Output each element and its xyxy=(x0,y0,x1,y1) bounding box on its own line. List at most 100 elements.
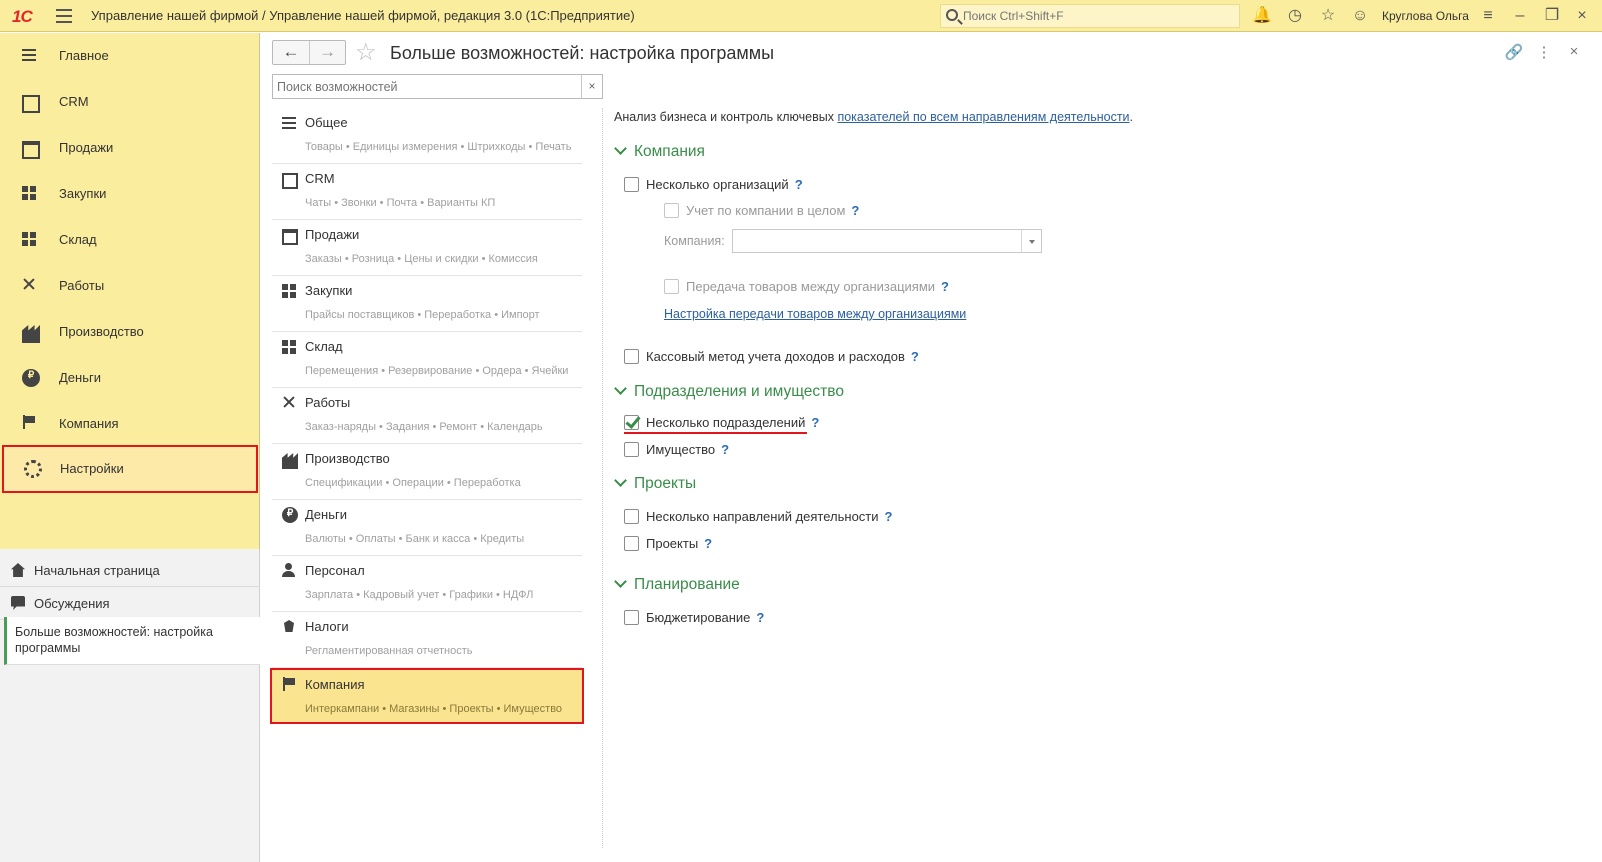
feature-money[interactable]: ₽ Деньги Валюты • Оплаты • Банк и касса … xyxy=(272,500,582,556)
crm-icon xyxy=(22,95,40,113)
nav-home[interactable]: Начальная страница xyxy=(0,554,260,587)
chevron-down-icon xyxy=(614,382,627,395)
feature-company[interactable]: Компания Интеркампани • Магазины • Проек… xyxy=(270,668,584,724)
feature-works[interactable]: Работы Заказ-наряды • Задания • Ремонт •… xyxy=(272,388,582,444)
help-icon[interactable]: ? xyxy=(811,415,819,430)
emblem-icon xyxy=(282,619,298,635)
help-icon[interactable]: ? xyxy=(851,203,859,218)
favorite-star-icon[interactable]: ☆ xyxy=(355,38,377,67)
feature-warehouse[interactable]: Склад Перемещения • Резервирование • Орд… xyxy=(272,332,582,388)
checkbox-transfer xyxy=(664,279,679,294)
section-sales[interactable]: Продажи xyxy=(0,125,260,171)
checkbox-multi-dir[interactable] xyxy=(624,509,639,524)
feature-purchases[interactable]: Закупки Прайсы поставщиков • Переработка… xyxy=(272,276,582,332)
user-name[interactable]: Круглова Ольга xyxy=(1382,9,1469,23)
app-title: Управление нашей фирмой / Управление наш… xyxy=(91,8,635,23)
section-settings[interactable]: Настройки xyxy=(2,445,258,493)
checkbox-multi-org[interactable] xyxy=(624,177,639,192)
feature-search-input[interactable] xyxy=(277,78,567,96)
company-select xyxy=(732,229,1042,253)
app-logo[interactable]: 1С xyxy=(12,7,46,26)
chevron-down-icon xyxy=(614,575,627,588)
basket-icon xyxy=(22,141,40,159)
cart-icon xyxy=(282,284,298,300)
section-money[interactable]: ₽ Деньги xyxy=(0,355,260,401)
main-menu-icon[interactable] xyxy=(56,9,72,23)
minimize-icon[interactable]: – xyxy=(1510,6,1530,26)
home-icon xyxy=(11,563,25,577)
dropdown-icon xyxy=(1021,230,1041,252)
help-icon[interactable]: ? xyxy=(885,509,893,524)
group-divisions[interactable]: Подразделения и имущество xyxy=(614,382,844,401)
section-works[interactable]: Работы xyxy=(0,263,260,309)
close-form-icon[interactable]: × xyxy=(1564,43,1584,60)
bell-icon[interactable]: 🔔 xyxy=(1252,6,1272,26)
restore-icon[interactable]: ❐ xyxy=(1542,6,1562,26)
section-crm[interactable]: CRM xyxy=(0,79,260,125)
help-icon[interactable]: ? xyxy=(911,349,919,364)
gear-icon xyxy=(24,460,42,478)
star-icon[interactable]: ☆ xyxy=(1318,6,1338,26)
more-actions-icon[interactable]: ⋮ xyxy=(1534,43,1554,61)
section-production[interactable]: Производство xyxy=(0,309,260,355)
help-icon[interactable]: ? xyxy=(704,536,712,551)
group-company[interactable]: Компания xyxy=(614,142,705,161)
intro-text: Анализ бизнеса и контроль ключевых показ… xyxy=(614,110,1134,124)
checkbox-property[interactable] xyxy=(624,442,639,457)
user-icon[interactable]: ☺ xyxy=(1350,6,1370,26)
warehouse-icon xyxy=(22,232,40,250)
highlight-underline xyxy=(624,432,807,434)
global-search[interactable] xyxy=(940,4,1240,28)
nav-open-form[interactable]: Больше возможностей: настройка программы xyxy=(4,617,260,665)
clear-search-button[interactable]: × xyxy=(581,75,602,98)
company-label: Компания: xyxy=(664,234,725,248)
title-bar: 1С Управление нашей фирмой / Управление … xyxy=(0,0,1602,32)
factory-icon xyxy=(22,325,40,343)
feature-production[interactable]: Производство Спецификации • Операции • П… xyxy=(272,444,582,500)
checkbox-company-whole xyxy=(664,203,679,218)
cart-icon xyxy=(22,186,40,204)
nav-discussions[interactable]: Обсуждения xyxy=(0,587,260,620)
page-title: Больше возможностей: настройка программы xyxy=(390,43,775,63)
sections-panel: Главное CRM Продажи Закупки Склад Работы… xyxy=(0,33,260,549)
feature-crm[interactable]: CRM Чаты • Звонки • Почта • Варианты КП xyxy=(272,164,582,220)
chevron-down-icon xyxy=(614,474,627,487)
basket-icon xyxy=(282,229,298,245)
checkbox-multi-div[interactable] xyxy=(624,415,639,430)
panel-divider xyxy=(602,108,603,848)
back-button[interactable]: ← xyxy=(273,41,309,64)
history-nav: ← → xyxy=(272,40,346,65)
help-icon[interactable]: ? xyxy=(795,177,803,192)
checkbox-projects[interactable] xyxy=(624,536,639,551)
help-icon[interactable]: ? xyxy=(941,279,949,294)
close-window-icon[interactable]: × xyxy=(1572,6,1592,26)
group-planning[interactable]: Планирование xyxy=(614,575,740,594)
forward-button[interactable]: → xyxy=(309,41,345,64)
settings-menu-icon[interactable]: ≡ xyxy=(1478,6,1498,26)
help-icon[interactable]: ? xyxy=(721,442,729,457)
feature-personnel[interactable]: Персонал Зарплата • Кадровый учет • Граф… xyxy=(272,556,582,612)
feature-taxes[interactable]: Налоги Регламентированная отчетность xyxy=(272,612,582,668)
history-icon[interactable]: ◷ xyxy=(1285,6,1305,26)
global-search-input[interactable] xyxy=(963,7,1233,25)
kpi-link[interactable]: показателей по всем направлениям деятель… xyxy=(837,110,1129,124)
checkbox-cash-method[interactable] xyxy=(624,349,639,364)
chevron-down-icon xyxy=(614,142,627,155)
warehouse-icon xyxy=(282,340,298,356)
chat-icon xyxy=(11,596,25,610)
feature-search[interactable]: × xyxy=(272,74,603,99)
group-projects[interactable]: Проекты xyxy=(614,474,696,493)
feature-general[interactable]: Общее Товары • Единицы измерения • Штрих… xyxy=(272,108,582,164)
factory-icon xyxy=(282,453,298,469)
tools-icon xyxy=(282,395,298,411)
checkbox-budgeting[interactable] xyxy=(624,610,639,625)
help-icon[interactable]: ? xyxy=(756,610,764,625)
transfer-settings-link[interactable]: Настройка передачи товаров между организ… xyxy=(664,307,966,321)
section-main[interactable]: Главное xyxy=(0,33,260,79)
section-warehouse[interactable]: Склад xyxy=(0,217,260,263)
section-company[interactable]: Компания xyxy=(0,401,260,447)
feature-sales[interactable]: Продажи Заказы • Розница • Цены и скидки… xyxy=(272,220,582,276)
link-icon[interactable]: 🔗 xyxy=(1504,43,1524,61)
section-purchases[interactable]: Закупки xyxy=(0,171,260,217)
navigation-panel: Начальная страница Обсуждения Больше воз… xyxy=(0,549,260,862)
